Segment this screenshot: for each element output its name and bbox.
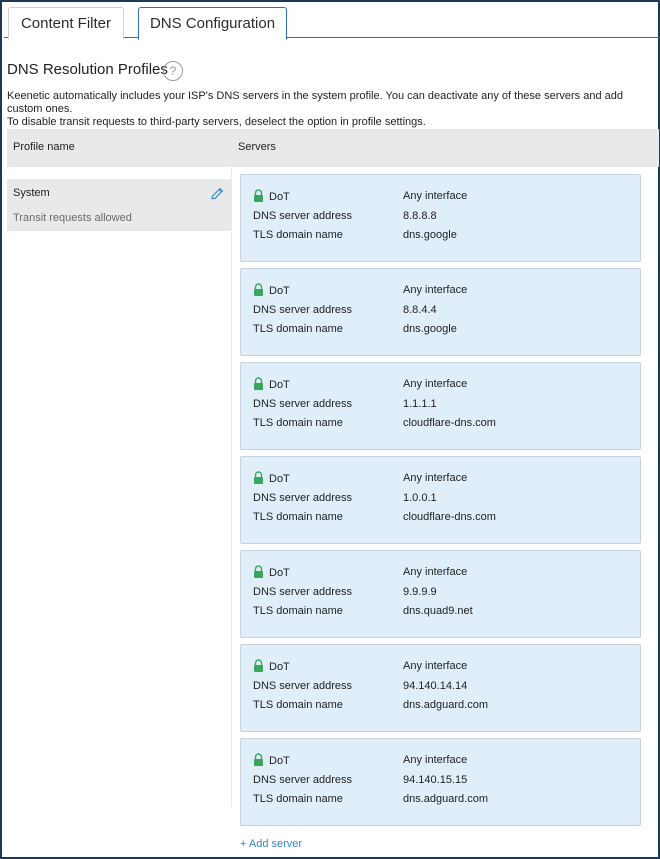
lock-icon <box>253 189 264 202</box>
tls-domain-label: TLS domain name <box>253 699 343 711</box>
server-protocol: DoT <box>269 567 290 579</box>
server-protocol: DoT <box>269 755 290 767</box>
tls-domain-label: TLS domain name <box>253 229 343 241</box>
tls-domain-label: TLS domain name <box>253 323 343 335</box>
dns-address-label: DNS server address <box>253 586 353 598</box>
dns-address-value: 1.1.1.1 <box>403 398 437 410</box>
dns-address-value: 8.8.8.8 <box>403 210 437 222</box>
dns-address-label: DNS server address <box>253 680 353 692</box>
column-divider <box>231 167 232 807</box>
server-protocol: DoT <box>269 285 290 297</box>
lock-icon <box>253 471 264 484</box>
section-title: DNS Resolution Profiles <box>7 61 168 78</box>
tab-dns-configuration[interactable]: DNS Configuration <box>138 7 287 40</box>
server-protocol: DoT <box>269 379 290 391</box>
tls-domain-label: TLS domain name <box>253 511 343 523</box>
description-line-1: Keenetic automatically includes your ISP… <box>7 90 623 115</box>
server-protocol: DoT <box>269 661 290 673</box>
dns-address-label: DNS server address <box>253 492 353 504</box>
column-header-servers: Servers <box>238 141 276 153</box>
server-card[interactable]: DoT Any interface DNS server address 8.8.8.… <box>240 174 641 262</box>
dns-address-value: 94.140.14.14 <box>403 680 468 692</box>
server-card[interactable]: DoT Any interface DNS server address 1.0.0.… <box>240 456 641 544</box>
add-server-link[interactable]: + Add server <box>240 838 302 850</box>
lock-icon <box>253 753 264 766</box>
server-card[interactable]: DoT Any interface DNS server address 1.1.1.… <box>240 362 641 450</box>
dns-address-label: DNS server address <box>253 304 353 316</box>
tab-bar: Content Filter DNS Configuration <box>4 4 660 40</box>
tls-domain-value: cloudflare-dns.com <box>403 511 496 523</box>
profile-row-system[interactable]: System Transit requests allowed <box>7 179 231 231</box>
lock-icon <box>253 565 264 578</box>
tab-content-filter[interactable]: Content Filter <box>8 7 124 39</box>
dns-address-label: DNS server address <box>253 774 353 786</box>
tls-domain-value: dns.quad9.net <box>403 605 473 617</box>
tls-domain-label: TLS domain name <box>253 605 343 617</box>
table-header: Profile name Servers <box>7 129 659 167</box>
server-interface: Any interface <box>403 284 468 296</box>
tls-domain-value: cloudflare-dns.com <box>403 417 496 429</box>
tls-domain-value: dns.google <box>403 229 457 241</box>
lock-icon <box>253 659 264 672</box>
tls-domain-label: TLS domain name <box>253 793 343 805</box>
pencil-icon[interactable] <box>209 186 225 202</box>
dns-address-value: 94.140.15.15 <box>403 774 468 786</box>
server-interface: Any interface <box>403 566 468 578</box>
server-interface: Any interface <box>403 378 468 390</box>
dns-address-label: DNS server address <box>253 398 353 410</box>
server-protocol: DoT <box>269 191 290 203</box>
tls-domain-value: dns.google <box>403 323 457 335</box>
lock-icon <box>253 283 264 296</box>
server-card[interactable]: DoT Any interface DNS server address 8.8.4.… <box>240 268 641 356</box>
column-header-profile-name: Profile name <box>13 141 75 153</box>
tls-domain-value: dns.adguard.com <box>403 699 488 711</box>
description-line-2: To disable transit requests to third-par… <box>7 116 426 128</box>
help-icon[interactable]: ? <box>163 61 183 81</box>
server-card[interactable]: DoT Any interface DNS server address 94.140… <box>240 738 641 826</box>
dns-address-label: DNS server address <box>253 210 353 222</box>
profile-transit-status: Transit requests allowed <box>13 212 132 224</box>
dns-address-value: 1.0.0.1 <box>403 492 437 504</box>
server-card[interactable]: DoT Any interface DNS server address 9.9.9.… <box>240 550 641 638</box>
dns-address-value: 8.8.4.4 <box>403 304 437 316</box>
server-interface: Any interface <box>403 190 468 202</box>
server-interface: Any interface <box>403 660 468 672</box>
tls-domain-value: dns.adguard.com <box>403 793 488 805</box>
server-card[interactable]: DoT Any interface DNS server address 94.140… <box>240 644 641 732</box>
profile-name: System <box>13 187 50 199</box>
server-protocol: DoT <box>269 473 290 485</box>
server-interface: Any interface <box>403 472 468 484</box>
tls-domain-label: TLS domain name <box>253 417 343 429</box>
server-interface: Any interface <box>403 754 468 766</box>
lock-icon <box>253 377 264 390</box>
dns-address-value: 9.9.9.9 <box>403 586 437 598</box>
section-description: Keenetic automatically includes your ISP… <box>7 90 659 129</box>
app-frame: Content Filter DNS Configuration DNS Res… <box>0 0 660 859</box>
